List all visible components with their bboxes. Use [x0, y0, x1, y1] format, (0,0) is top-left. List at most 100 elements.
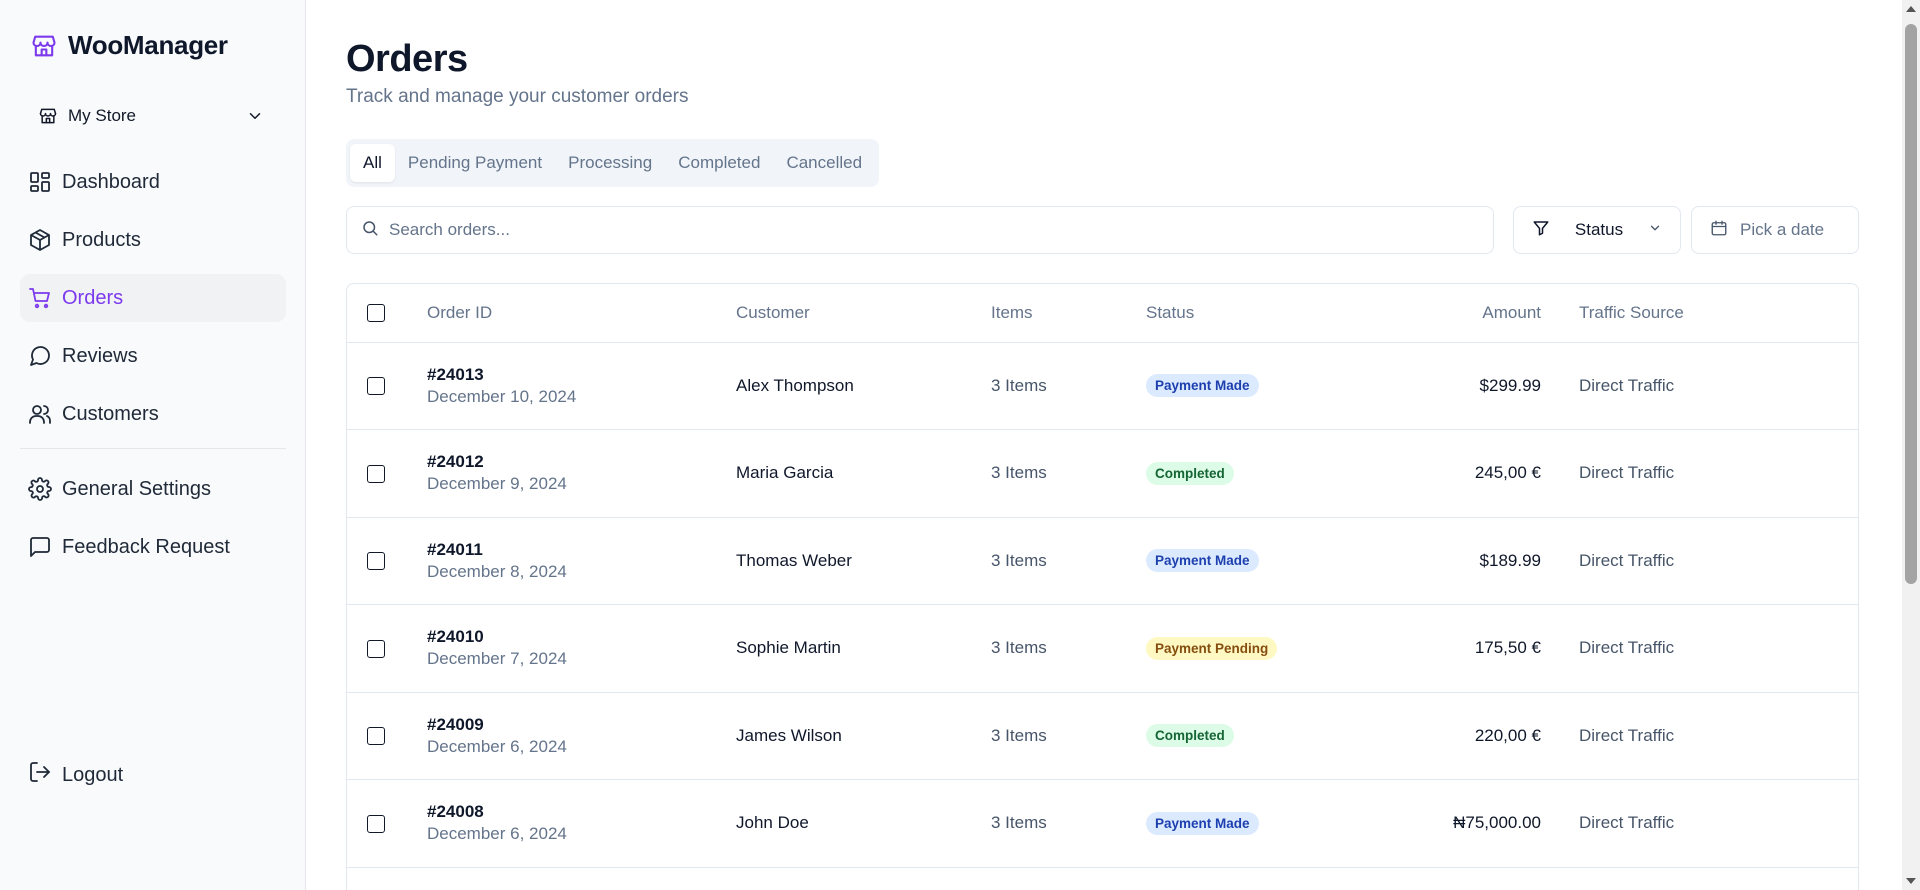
sidebar-item-label: Feedback Request [62, 535, 230, 558]
order-amount: ₦75,000.00 [1376, 779, 1541, 868]
tab-pending-payment[interactable]: Pending Payment [395, 144, 555, 182]
tab-cancelled[interactable]: Cancelled [773, 144, 875, 182]
order-id[interactable]: #24008 [427, 801, 736, 823]
table-row[interactable]: #24013 December 10, 2024 Alex Thompson 3 … [347, 342, 1858, 430]
scroll-down-arrow-icon[interactable] [1906, 878, 1916, 884]
filter-icon [1532, 219, 1550, 242]
sidebar-item-feedback-request[interactable]: Feedback Request [20, 523, 286, 571]
sidebar-nav: Dashboard Products Orders Reviews Custom… [20, 158, 286, 581]
table-row[interactable]: #24008 December 6, 2024 John Doe 3 Items … [347, 779, 1858, 868]
sidebar-item-dashboard[interactable]: Dashboard [20, 158, 286, 206]
store-selector[interactable]: My Store [24, 96, 278, 136]
status-filter-label: Status [1574, 220, 1624, 239]
row-checkbox[interactable] [367, 727, 385, 746]
item-count: 3 Items [991, 779, 1146, 868]
header-status[interactable]: Status [1146, 284, 1376, 343]
item-count: 3 Items [991, 517, 1146, 605]
order-id[interactable]: #24011 [427, 539, 736, 561]
row-checkbox[interactable] [367, 377, 385, 396]
chevron-down-icon [1648, 221, 1662, 240]
item-count: 3 Items [991, 692, 1146, 780]
page-subtitle: Track and manage your customer orders [346, 86, 689, 107]
sidebar-item-label: General Settings [62, 477, 211, 500]
row-checkbox[interactable] [367, 464, 385, 483]
header-order-id[interactable]: Order ID [427, 284, 736, 343]
item-count: 3 Items [991, 604, 1146, 693]
select-all-cell [347, 284, 427, 343]
sidebar-item-orders[interactable]: Orders [20, 274, 286, 322]
order-date: December 6, 2024 [427, 824, 567, 844]
customer-name: James Wilson [736, 692, 991, 780]
item-count: 3 Items [991, 342, 1146, 430]
row-checkbox[interactable] [367, 814, 385, 833]
table-header-row: Order ID Customer Items Status Amount Tr… [347, 284, 1858, 343]
traffic-source: Direct Traffic [1541, 779, 1858, 868]
traffic-source: Direct Traffic [1541, 692, 1858, 780]
row-checkbox[interactable] [367, 639, 385, 658]
scrollbar-thumb[interactable] [1905, 24, 1917, 584]
customer-name: Sophie Martin [736, 604, 991, 693]
search-box [346, 206, 1494, 254]
order-id[interactable]: #24010 [427, 626, 736, 648]
sidebar-item-customers[interactable]: Customers [20, 390, 286, 438]
status-filter-button[interactable]: Status [1513, 206, 1681, 254]
dashboard-icon [28, 170, 52, 194]
table-row[interactable]: #24011 December 8, 2024 Thomas Weber 3 It… [347, 517, 1858, 605]
users-icon [28, 402, 52, 426]
order-status-tabs: All Pending Payment Processing Completed… [346, 139, 880, 187]
logout-label: Logout [62, 763, 124, 786]
sidebar-item-label: Customers [62, 402, 159, 425]
traffic-source: Direct Traffic [1541, 429, 1858, 518]
customer-name: Maria Garcia [736, 429, 991, 518]
tab-processing[interactable]: Processing [555, 144, 665, 182]
sidebar-item-label: Reviews [62, 344, 138, 367]
order-date: December 7, 2024 [427, 649, 567, 669]
header-traffic-source[interactable]: Traffic Source [1541, 284, 1858, 343]
message-square-icon [28, 535, 52, 559]
logout-button[interactable]: Logout [28, 760, 123, 790]
status-badge: Payment Pending [1146, 636, 1278, 660]
orders-table: Order ID Customer Items Status Amount Tr… [346, 283, 1859, 890]
order-date: December 9, 2024 [427, 474, 567, 494]
app-name: WooManager [68, 30, 228, 60]
status-badge: Payment Made [1146, 374, 1259, 398]
table-row[interactable]: #24009 December 6, 2024 James Wilson 3 It… [347, 692, 1858, 780]
table-row[interactable]: #24012 December 9, 2024 Maria Garcia 3 It… [347, 429, 1858, 518]
order-amount: $189.99 [1376, 517, 1541, 605]
header-amount[interactable]: Amount [1376, 284, 1541, 343]
tab-completed[interactable]: Completed [665, 144, 773, 182]
traffic-source: Direct Traffic [1541, 604, 1858, 693]
order-id[interactable]: #24012 [427, 451, 736, 473]
date-picker-button[interactable]: Pick a date [1691, 206, 1859, 254]
order-date: December 8, 2024 [427, 561, 567, 581]
traffic-source: Direct Traffic [1541, 342, 1858, 430]
order-amount: 220,00 € [1376, 692, 1541, 780]
sidebar-item-reviews[interactable]: Reviews [20, 332, 286, 380]
status-badge: Completed [1146, 461, 1234, 485]
store-name: My Store [68, 106, 137, 125]
order-id[interactable]: #24009 [427, 714, 736, 736]
sidebar: WooManager My Store Dashboard Products O… [0, 0, 306, 890]
tab-all[interactable]: All [350, 144, 395, 182]
package-icon [28, 228, 52, 252]
header-items[interactable]: Items [991, 284, 1146, 343]
store-icon [38, 106, 58, 126]
table-row[interactable]: #24010 December 7, 2024 Sophie Martin 3 I… [347, 604, 1858, 693]
order-date: December 10, 2024 [427, 386, 577, 406]
page-scrollbar[interactable] [1902, 0, 1920, 890]
date-picker-label: Pick a date [1740, 220, 1825, 239]
status-badge: Payment Made [1146, 549, 1259, 573]
search-icon [361, 219, 379, 242]
customer-name: Alex Thompson [736, 342, 991, 430]
header-customer[interactable]: Customer [736, 284, 991, 343]
sidebar-item-general-settings[interactable]: General Settings [20, 465, 286, 513]
item-count: 3 Items [991, 429, 1146, 518]
row-checkbox[interactable] [367, 552, 385, 571]
select-all-checkbox[interactable] [367, 304, 385, 323]
sidebar-item-products[interactable]: Products [20, 216, 286, 264]
brand[interactable]: WooManager [30, 30, 228, 61]
scroll-up-arrow-icon[interactable] [1906, 6, 1916, 12]
chevron-down-icon [246, 107, 264, 125]
search-input[interactable] [389, 220, 1479, 240]
order-id[interactable]: #24013 [427, 364, 736, 386]
